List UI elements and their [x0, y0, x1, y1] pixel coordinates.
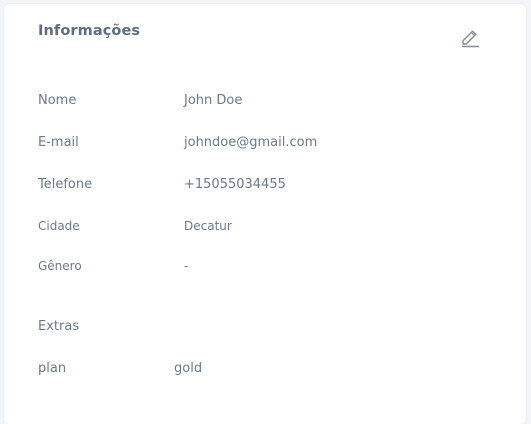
- field-label-telefone: Telefone: [38, 177, 93, 192]
- extra-label-plan: plan: [38, 361, 67, 376]
- field-label-cidade: Cidade: [38, 219, 80, 233]
- field-value-cidade: Decatur: [184, 219, 232, 233]
- field-value-email: johndoe@gmail.com: [184, 135, 318, 150]
- field-label-nome: Nome: [38, 93, 77, 108]
- extras-heading: Extras: [38, 319, 80, 334]
- field-value-telefone: +15055034455: [184, 177, 286, 192]
- field-label-email: E-mail: [38, 135, 79, 150]
- extra-value-plan: gold: [174, 361, 203, 376]
- pencil-icon: [462, 30, 479, 48]
- field-value-nome: John Doe: [184, 93, 243, 108]
- field-value-genero: -: [184, 259, 189, 273]
- field-label-genero: Gênero: [38, 259, 82, 273]
- info-card: Informações Nome John Doe E-mail johndoe…: [4, 4, 526, 424]
- card-title: Informações: [38, 23, 141, 39]
- edit-button[interactable]: [457, 24, 483, 50]
